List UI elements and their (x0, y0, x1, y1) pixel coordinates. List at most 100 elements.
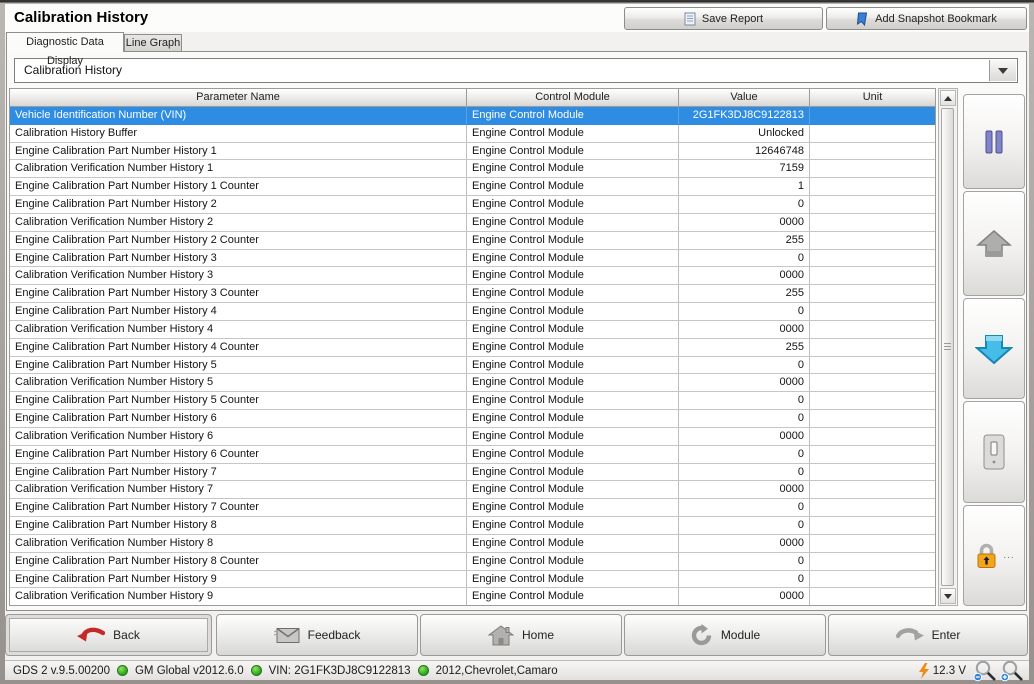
app-version-label: GDS 2 v.9.5.00200 (13, 665, 110, 677)
page-down-button[interactable] (963, 298, 1025, 399)
table-row[interactable]: Calibration Verification Number History … (10, 160, 935, 178)
table-row[interactable]: Calibration Verification Number History … (10, 588, 935, 606)
cell-unit (810, 232, 935, 249)
cell-module: Engine Control Module (467, 499, 679, 516)
cell-value: 255 (679, 285, 810, 302)
cell-value: 255 (679, 232, 810, 249)
table-row[interactable]: Vehicle Identification Number (VIN)Engin… (10, 107, 935, 125)
table-row[interactable]: Engine Calibration Part Number History 6… (10, 446, 935, 464)
table-row[interactable]: Engine Calibration Part Number History 2… (10, 196, 935, 214)
parameter-group-dropdown[interactable]: Calibration History (14, 58, 1018, 83)
cell-param: Calibration Verification Number History … (10, 588, 467, 605)
add-snapshot-bookmark-label: Add Snapshot Bookmark (875, 13, 997, 25)
table-row[interactable]: Engine Calibration Part Number History 4… (10, 339, 935, 357)
pause-icon (984, 130, 1004, 154)
cell-unit (810, 428, 935, 445)
table-row[interactable]: Calibration Verification Number History … (10, 374, 935, 392)
switch-control-button[interactable] (963, 401, 1025, 503)
tab-diagnostic-data-display[interactable]: Diagnostic Data Display (6, 32, 124, 52)
cell-value: 12646748 (679, 143, 810, 160)
cell-param: Engine Calibration Part Number History 5… (10, 392, 467, 409)
cell-param: Calibration Verification Number History … (10, 267, 467, 284)
add-snapshot-bookmark-button[interactable]: Add Snapshot Bookmark (826, 7, 1027, 30)
cell-param: Engine Calibration Part Number History 2… (10, 232, 467, 249)
down-arrow-icon (975, 333, 1013, 365)
cell-unit (810, 250, 935, 267)
cell-value: 0 (679, 517, 810, 534)
cell-module: Engine Control Module (467, 303, 679, 320)
pause-button[interactable] (963, 94, 1025, 189)
table-row[interactable]: Calibration Verification Number History … (10, 428, 935, 446)
cell-module: Engine Control Module (467, 571, 679, 588)
cell-module: Engine Control Module (467, 428, 679, 445)
cell-module: Engine Control Module (467, 535, 679, 552)
cell-param: Engine Calibration Part Number History 4 (10, 303, 467, 320)
cell-value: 0000 (679, 267, 810, 284)
cell-module: Engine Control Module (467, 339, 679, 356)
table-row[interactable]: Calibration Verification Number History … (10, 481, 935, 499)
cell-param: Engine Calibration Part Number History 1 (10, 143, 467, 160)
scrollbar-up-button[interactable] (940, 90, 956, 106)
table-row[interactable]: Engine Calibration Part Number History 3… (10, 285, 935, 303)
cell-param: Engine Calibration Part Number History 6 (10, 410, 467, 427)
table-row[interactable]: Engine Calibration Part Number History 7… (10, 464, 935, 482)
cell-value: 0 (679, 571, 810, 588)
page-up-button[interactable] (963, 191, 1025, 296)
scrollbar-down-button[interactable] (940, 588, 956, 604)
tab-line-graph[interactable]: Line Graph (124, 34, 182, 52)
lock-ellipsis-label: ... (1003, 550, 1014, 561)
table-row[interactable]: Calibration Verification Number History … (10, 535, 935, 553)
cell-value: Unlocked (679, 125, 810, 142)
enter-button[interactable]: Enter (828, 614, 1028, 656)
cell-value: 0 (679, 553, 810, 570)
feedback-label: Feedback (308, 628, 361, 642)
table-row[interactable]: Calibration History BufferEngine Control… (10, 125, 935, 143)
scrollbar-grip-icon (944, 343, 951, 351)
envelope-icon (274, 627, 300, 644)
table-row[interactable]: Engine Calibration Part Number History 3… (10, 250, 935, 268)
cell-unit (810, 588, 935, 605)
home-button[interactable]: Home (420, 614, 622, 656)
table-row[interactable]: Engine Calibration Part Number History 1… (10, 178, 935, 196)
table-row[interactable]: Engine Calibration Part Number History 6… (10, 410, 935, 428)
cell-value: 0 (679, 446, 810, 463)
table-row[interactable]: Engine Calibration Part Number History 9… (10, 571, 935, 589)
table-row[interactable]: Engine Calibration Part Number History 8… (10, 553, 935, 571)
module-button[interactable]: Module (624, 614, 826, 656)
vehicle-label: 2012,Chevrolet,Camaro (436, 665, 558, 677)
cell-unit (810, 553, 935, 570)
scrollbar-thumb[interactable] (941, 108, 954, 586)
cell-unit (810, 464, 935, 481)
cell-module: Engine Control Module (467, 517, 679, 534)
lock-icon (973, 542, 1000, 569)
dropdown-arrow-button[interactable] (989, 60, 1016, 81)
table-row[interactable]: Engine Calibration Part Number History 7… (10, 499, 935, 517)
table-row[interactable]: Calibration Verification Number History … (10, 321, 935, 339)
save-report-button[interactable]: Save Report (624, 7, 823, 30)
back-arrow-icon (77, 627, 105, 644)
table-scrollbar[interactable] (938, 88, 958, 606)
feedback-button[interactable]: Feedback (216, 614, 418, 656)
zoom-out-icon[interactable] (973, 660, 997, 682)
cell-unit (810, 517, 935, 534)
table-row[interactable]: Engine Calibration Part Number History 2… (10, 232, 935, 250)
cell-unit (810, 374, 935, 391)
table-row[interactable]: Engine Calibration Part Number History 5… (10, 357, 935, 375)
voltage-value: 12.3 V (933, 665, 966, 677)
zoom-in-icon[interactable] (1000, 660, 1024, 682)
table-row[interactable]: Engine Calibration Part Number History 1… (10, 143, 935, 161)
table-row[interactable]: Engine Calibration Part Number History 8… (10, 517, 935, 535)
cell-unit (810, 125, 935, 142)
table-row[interactable]: Engine Calibration Part Number History 4… (10, 303, 935, 321)
cell-unit (810, 267, 935, 284)
table-row[interactable]: Calibration Verification Number History … (10, 267, 935, 285)
table-row[interactable]: Calibration Verification Number History … (10, 214, 935, 232)
cell-param: Engine Calibration Part Number History 3… (10, 285, 467, 302)
lock-button[interactable]: ... (963, 505, 1025, 606)
table-row[interactable]: Engine Calibration Part Number History 5… (10, 392, 935, 410)
column-header-value: Value (679, 89, 810, 107)
cell-unit (810, 285, 935, 302)
back-button[interactable]: Back (5, 614, 212, 656)
cell-module: Engine Control Module (467, 107, 679, 124)
status-ok-icon (117, 665, 128, 676)
